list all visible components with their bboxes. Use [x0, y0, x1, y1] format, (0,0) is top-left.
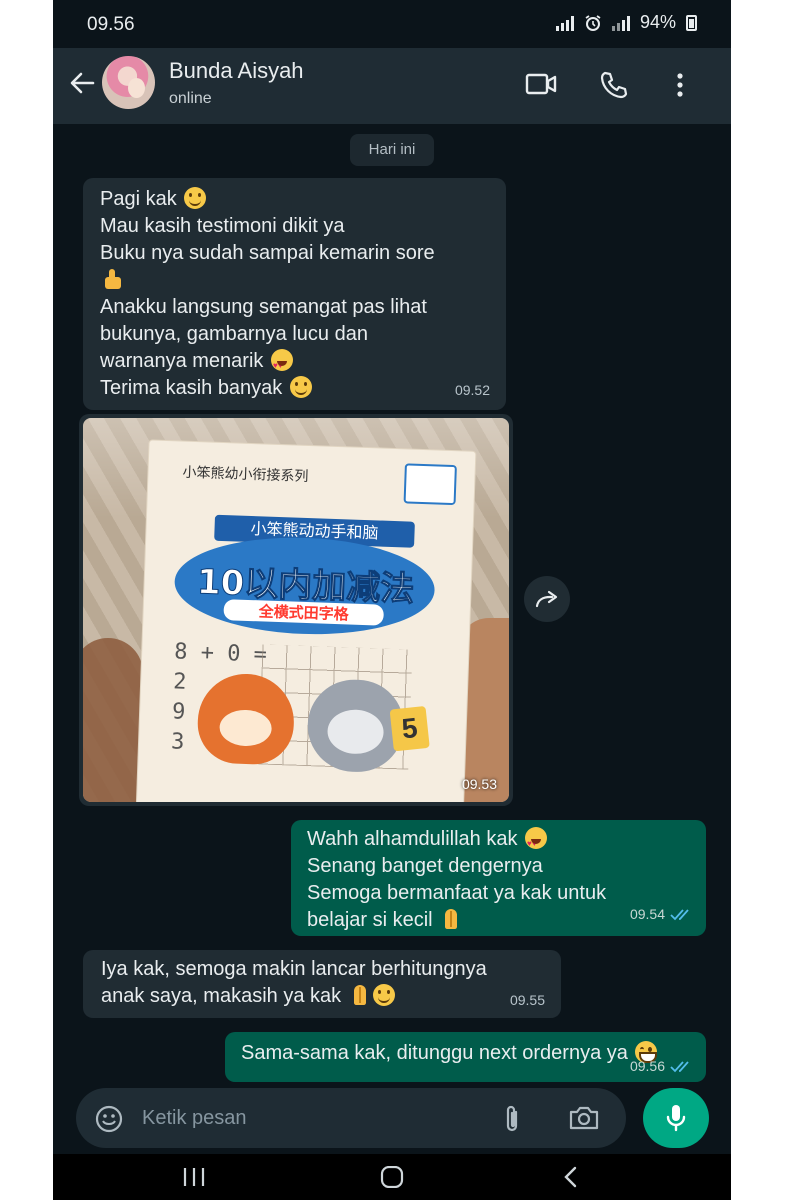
- message-line: Terima kasih banyak: [100, 377, 283, 399]
- message-composer: [76, 1088, 626, 1148]
- message-time: 09.55: [509, 992, 545, 1008]
- book-photo[interactable]: 小笨熊幼小衔接系列 小笨熊动动手和脑 10以内加减法 全横式田字格 8 + 0 …: [83, 418, 509, 802]
- camera-icon[interactable]: [568, 1105, 600, 1131]
- message-bubble-outgoing[interactable]: Sama-sama kak, ditunggu next ordernya ya…: [225, 1032, 706, 1082]
- message-bubble-outgoing[interactable]: Wahh alhamdulillah kak Senang banget den…: [291, 820, 706, 936]
- book-series: 小笨熊幼小衔接系列: [182, 464, 309, 485]
- battery-icon: [686, 14, 697, 31]
- book-cover: 小笨熊幼小衔接系列 小笨熊动动手和脑 10以内加减法 全横式田字格 8 + 0 …: [136, 440, 476, 802]
- read-ticks-icon: [670, 908, 689, 920]
- signal-icon-2: [611, 15, 630, 31]
- image-message[interactable]: 小笨熊幼小衔接系列 小笨熊动动手和脑 10以内加减法 全横式田字格 8 + 0 …: [79, 414, 513, 806]
- number-card: 5: [389, 705, 430, 752]
- status-icons: 94%: [555, 12, 697, 33]
- message-line: Buku nya sudah sampai kemarin sore: [100, 242, 435, 264]
- more-options-icon[interactable]: [675, 72, 685, 98]
- book-corner-badge: [403, 463, 457, 506]
- back-arrow-icon[interactable]: [69, 70, 95, 96]
- photo-background-leg: [83, 638, 143, 802]
- attach-icon[interactable]: [502, 1104, 522, 1134]
- home-icon[interactable]: [379, 1166, 405, 1188]
- contact-name[interactable]: Bunda Aisyah: [169, 58, 304, 84]
- status-bar: 09.56 94%: [53, 0, 731, 48]
- thumbs-up-emoji-icon: [102, 268, 124, 290]
- smile-emoji-icon: [289, 376, 312, 398]
- date-chip: Hari ini: [350, 134, 434, 166]
- smiling-face-with-hearts-emoji-icon: [270, 349, 293, 379]
- smile-emoji-icon: [184, 187, 207, 209]
- message-line: Pagi kak: [100, 188, 177, 210]
- phone-screen: 09.56 94% Bunda Aisyah online Hari ini P…: [53, 0, 731, 1200]
- message-input[interactable]: [142, 1102, 472, 1134]
- message-bubble-incoming[interactable]: Pagi kak Mau kasih testimoni dikit ya Bu…: [83, 178, 506, 410]
- praying-hands-emoji-icon: [440, 908, 462, 930]
- message-line: bukunya, gambarnya lucu dan: [100, 323, 368, 345]
- video-call-icon[interactable]: [525, 72, 557, 96]
- read-ticks-icon: [670, 1060, 689, 1072]
- alarm-icon: [585, 14, 601, 31]
- message-line: Sama-sama kak, ditunggu next ordernya ya: [241, 1042, 628, 1064]
- message-line: belajar si kecil: [307, 909, 433, 931]
- voice-call-icon[interactable]: [599, 70, 629, 100]
- mic-icon: [666, 1105, 686, 1132]
- contact-status: online: [169, 90, 212, 107]
- signal-icon: [555, 15, 574, 31]
- heart-eyes-emoji-icon: [525, 827, 548, 857]
- forward-button[interactable]: [524, 576, 570, 622]
- forward-icon: [535, 590, 558, 608]
- battery-percent: 94%: [639, 12, 676, 32]
- system-navigation-bar: [53, 1154, 731, 1200]
- emoji-icon[interactable]: [94, 1104, 124, 1134]
- message-bubble-incoming[interactable]: Iya kak, semoga makin lancar berhitungny…: [83, 950, 561, 1018]
- message-time: 09.53: [461, 776, 497, 792]
- status-time: 09.56: [87, 14, 135, 35]
- message-line: Senang banget dengernya: [307, 855, 543, 877]
- message-line: anak saya, makasih ya kak: [101, 985, 342, 1007]
- message-time: 09.52: [454, 382, 490, 398]
- recent-apps-icon[interactable]: [181, 1166, 207, 1188]
- chat-area[interactable]: Hari ini Pagi kak Mau kasih testimoni di…: [53, 124, 731, 1084]
- avatar[interactable]: [102, 56, 155, 109]
- back-nav-icon[interactable]: [561, 1166, 581, 1188]
- mic-button[interactable]: [643, 1088, 709, 1148]
- message-line: Wahh alhamdulillah kak: [307, 828, 518, 850]
- message-line: warnanya menarik: [100, 350, 264, 372]
- message-time: 09.56: [630, 1053, 692, 1080]
- smile-emoji-icon: [372, 984, 395, 1006]
- message-time: 09.54: [630, 901, 692, 928]
- message-line: Anakku langsung semangat pas lihat: [100, 296, 427, 318]
- message-line: Iya kak, semoga makin lancar berhitungny…: [101, 958, 487, 980]
- praying-hands-emoji-icon: [349, 984, 371, 1006]
- chat-header: Bunda Aisyah online: [53, 48, 731, 124]
- message-line: Mau kasih testimoni dikit ya: [100, 215, 345, 237]
